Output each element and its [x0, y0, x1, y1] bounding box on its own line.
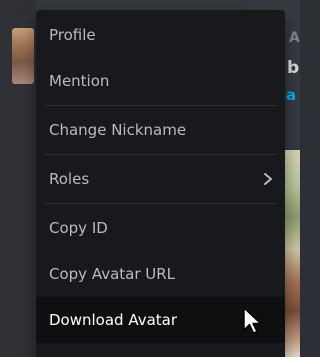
avatar[interactable]: [12, 28, 34, 84]
menu-item-profile[interactable]: Profile: [36, 12, 285, 58]
app-window: A b a Profile Mention Change Nickname Ro…: [0, 0, 300, 357]
menu-item-label: Roles: [49, 170, 90, 188]
chevron-right-icon: [264, 173, 272, 185]
menu-item-roles[interactable]: Roles: [36, 156, 285, 202]
menu-item-label: Copy Avatar URL: [49, 265, 176, 283]
member-list-strip: [0, 0, 36, 357]
menu-separator: [44, 203, 277, 204]
chat-partial-header: A: [289, 30, 300, 46]
user-context-menu: Profile Mention Change Nickname Roles Co…: [36, 10, 285, 357]
menu-item-copy-id[interactable]: Copy ID: [36, 205, 285, 251]
menu-item-copy-avatar-url[interactable]: Copy Avatar URL: [36, 251, 285, 297]
menu-item-label: Mention: [49, 72, 110, 90]
menu-separator: [44, 105, 277, 106]
mouse-pointer-icon: [243, 307, 262, 334]
chat-partial-text: b: [287, 58, 300, 78]
menu-item-label: Profile: [49, 26, 96, 44]
menu-item-label: Copy ID: [49, 219, 108, 237]
menu-item-change-nickname[interactable]: Change Nickname: [36, 107, 285, 153]
menu-item-label: Download Avatar: [49, 311, 178, 329]
chat-partial-link[interactable]: a: [286, 86, 296, 104]
menu-separator: [44, 154, 277, 155]
menu-item-label: Change Nickname: [49, 121, 187, 139]
menu-item-mention[interactable]: Mention: [36, 58, 285, 104]
